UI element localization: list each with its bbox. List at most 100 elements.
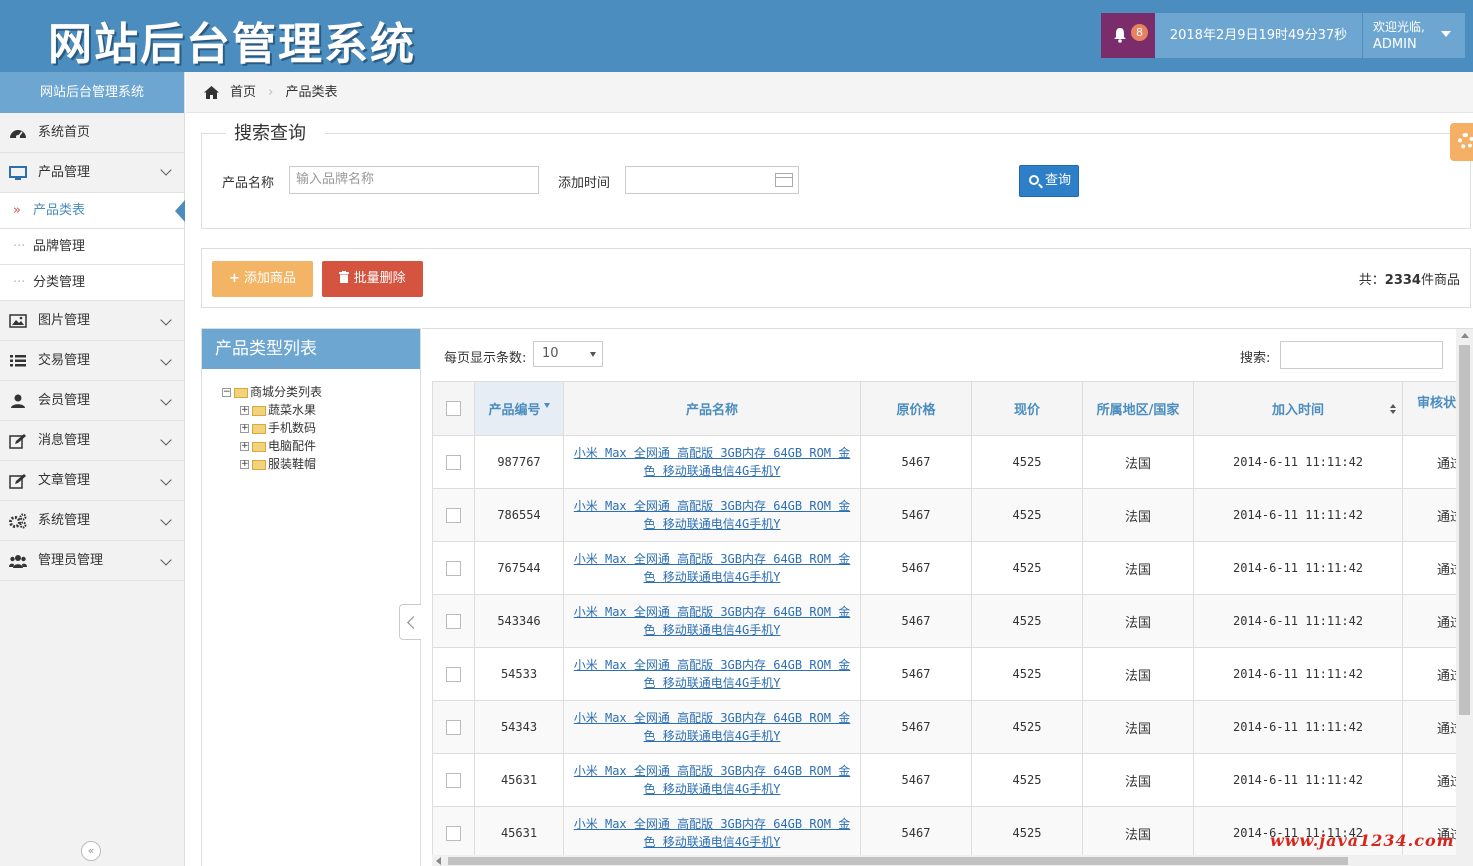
gears-icon (9, 513, 27, 529)
sidebar-item-product[interactable]: 产品管理 (0, 153, 184, 193)
product-name-link[interactable]: 小米 Max 全网通 高配版 3GB内存 64GB ROM 金色 移动联通电信4… (574, 605, 851, 637)
column-header-region[interactable]: 所属地区/国家 (1082, 381, 1194, 436)
row-select-cell (432, 594, 475, 648)
tree-root-node[interactable]: − 商城分类列表 (222, 383, 322, 401)
welcome-text: 欢迎光临, (1373, 20, 1425, 34)
batch-delete-button[interactable]: 批量删除 (322, 261, 423, 297)
product-name-link[interactable]: 小米 Max 全网通 高配版 3GB内存 64GB ROM 金色 移动联通电信4… (574, 817, 851, 849)
column-header-price[interactable]: 现价 (971, 381, 1083, 436)
collapse-icon[interactable]: − (222, 388, 231, 397)
select-all-checkbox[interactable] (446, 401, 461, 416)
orig-price-cell: 5467 (860, 594, 972, 648)
sidebar-item-label: 系统管理 (38, 513, 91, 528)
category-tree-panel: 产品类型列表 − 商城分类列表 + 蔬菜水果 + 手机数码 + 电脑配件 + 服装鞋帽 (201, 328, 421, 866)
add-time-cell: 2014-6-11 11:11:42 (1193, 700, 1403, 754)
query-button[interactable]: 查询 (1019, 165, 1079, 197)
sidebar-subitem-category[interactable]: ··· 分类管理 (0, 265, 184, 301)
sidebar-subitem-product-list[interactable]: » 产品类表 (0, 193, 185, 229)
column-header-time[interactable]: 加入时间 (1193, 381, 1403, 436)
scroll-up-arrow[interactable] (1461, 333, 1469, 338)
product-name-label: 产品名称 (222, 176, 275, 191)
table-row: 45631 小米 Max 全网通 高配版 3GB内存 64GB ROM 金色 移动… (432, 753, 1473, 807)
settings-tab[interactable] (1450, 123, 1473, 161)
tree-node[interactable]: + 服装鞋帽 (222, 455, 322, 473)
row-select-cell (432, 488, 475, 542)
sidebar-item-trade[interactable]: 交易管理 (0, 341, 184, 381)
add-product-button[interactable]: + 添加商品 (212, 261, 313, 297)
panel-toggle-button[interactable] (399, 604, 421, 640)
expand-icon[interactable]: + (240, 424, 249, 433)
row-checkbox[interactable] (446, 454, 461, 470)
watermark: www.java1234.com (1270, 831, 1455, 850)
sidebar: 网站后台管理系统 系统首页 产品管理 » 产品类表 ··· 品牌管理 ··· 分… (0, 72, 185, 866)
product-name-link[interactable]: 小米 Max 全网通 高配版 3GB内存 64GB ROM 金色 移动联通电信4… (574, 446, 851, 478)
product-name-link[interactable]: 小米 Max 全网通 高配版 3GB内存 64GB ROM 金色 移动联通电信4… (574, 658, 851, 690)
page-size-select[interactable]: 10 (533, 341, 603, 367)
product-id-cell: 767544 (474, 541, 564, 595)
tree-node[interactable]: + 蔬菜水果 (222, 401, 322, 419)
product-name-link[interactable]: 小米 Max 全网通 高配版 3GB内存 64GB ROM 金色 移动联通电信4… (574, 764, 851, 796)
price-cell: 4525 (971, 700, 1083, 754)
row-checkbox[interactable] (446, 560, 461, 576)
product-name-link[interactable]: 小米 Max 全网通 高配版 3GB内存 64GB ROM 金色 移动联通电信4… (574, 552, 851, 584)
notification-button[interactable]: 8 (1101, 13, 1155, 58)
product-name-cell: 小米 Max 全网通 高配版 3GB内存 64GB ROM 金色 移动联通电信4… (563, 753, 861, 807)
column-header-orig-price[interactable]: 原价格 (860, 381, 972, 436)
scrollbar-thumb[interactable] (1459, 345, 1470, 715)
vertical-scrollbar[interactable] (1456, 329, 1473, 866)
sidebar-item-admins[interactable]: 管理员管理 (0, 541, 184, 581)
orig-price-cell: 5467 (860, 488, 972, 542)
divider (202, 133, 226, 134)
user-menu[interactable]: 欢迎光临, ADMIN (1363, 13, 1465, 58)
sidebar-item-label: 会员管理 (38, 393, 91, 408)
chevron-down-icon (160, 474, 172, 486)
expand-icon[interactable]: + (240, 406, 249, 415)
product-id-cell: 54533 (474, 647, 564, 701)
row-checkbox[interactable] (446, 719, 461, 735)
sidebar-item-label: 系统首页 (38, 125, 91, 140)
breadcrumb-home-link[interactable]: 首页 (230, 85, 256, 100)
table-search-input[interactable] (1280, 341, 1443, 369)
product-name-input[interactable]: 输入品牌名称 (289, 166, 539, 194)
product-name-link[interactable]: 小米 Max 全网通 高配版 3GB内存 64GB ROM 金色 移动联通电信4… (574, 499, 851, 531)
folder-icon (252, 441, 266, 452)
product-table-area: 每页显示条数: 10 搜索: 产品编号 产品名称 原价格 现价 所属地区/国家 … (422, 328, 1473, 866)
tree-node-label: 服装鞋帽 (268, 457, 317, 471)
expand-icon[interactable]: + (240, 460, 249, 469)
list-icon (10, 355, 26, 367)
row-checkbox[interactable] (446, 772, 461, 788)
sidebar-item-system[interactable]: 系统管理 (0, 501, 184, 541)
add-time-input[interactable] (625, 166, 799, 194)
dashboard-icon (10, 130, 26, 139)
region-cell: 法国 (1082, 541, 1194, 595)
row-checkbox[interactable] (446, 825, 461, 841)
row-checkbox[interactable] (446, 613, 461, 629)
folder-icon (252, 423, 266, 434)
monitor-icon (9, 166, 27, 180)
scrollbar-thumb[interactable] (448, 857, 1348, 865)
sidebar-collapse-button[interactable]: « (81, 841, 101, 861)
sidebar-item-members[interactable]: 会员管理 (0, 381, 184, 421)
row-checkbox[interactable] (446, 666, 461, 682)
column-header-id[interactable]: 产品编号 (474, 381, 564, 436)
calendar-icon (775, 173, 793, 187)
category-tree: − 商城分类列表 + 蔬菜水果 + 手机数码 + 电脑配件 + 服装鞋帽 (222, 383, 322, 473)
sidebar-item-articles[interactable]: 文章管理 (0, 461, 184, 501)
sidebar-item-pictures[interactable]: 图片管理 (0, 301, 184, 341)
expand-icon[interactable]: + (240, 442, 249, 451)
sidebar-item-messages[interactable]: 消息管理 (0, 421, 184, 461)
double-chevron-icon: » (13, 203, 21, 218)
sidebar-item-home[interactable]: 系统首页 (0, 113, 184, 153)
add-product-label: 添加商品 (244, 271, 297, 286)
total-suffix: 件商品 (1420, 273, 1460, 288)
total-number: 2334 (1384, 273, 1421, 288)
tree-node[interactable]: + 电脑配件 (222, 437, 322, 455)
scroll-left-arrow[interactable] (436, 857, 441, 865)
row-checkbox[interactable] (446, 507, 461, 523)
horizontal-scrollbar[interactable] (432, 855, 1456, 866)
product-name-link[interactable]: 小米 Max 全网通 高配版 3GB内存 64GB ROM 金色 移动联通电信4… (574, 711, 851, 743)
sidebar-subitem-brand[interactable]: ··· 品牌管理 (0, 229, 184, 265)
tree-node[interactable]: + 手机数码 (222, 419, 322, 437)
product-name-cell: 小米 Max 全网通 高配版 3GB内存 64GB ROM 金色 移动联通电信4… (563, 700, 861, 754)
column-header-name[interactable]: 产品名称 (563, 381, 861, 436)
